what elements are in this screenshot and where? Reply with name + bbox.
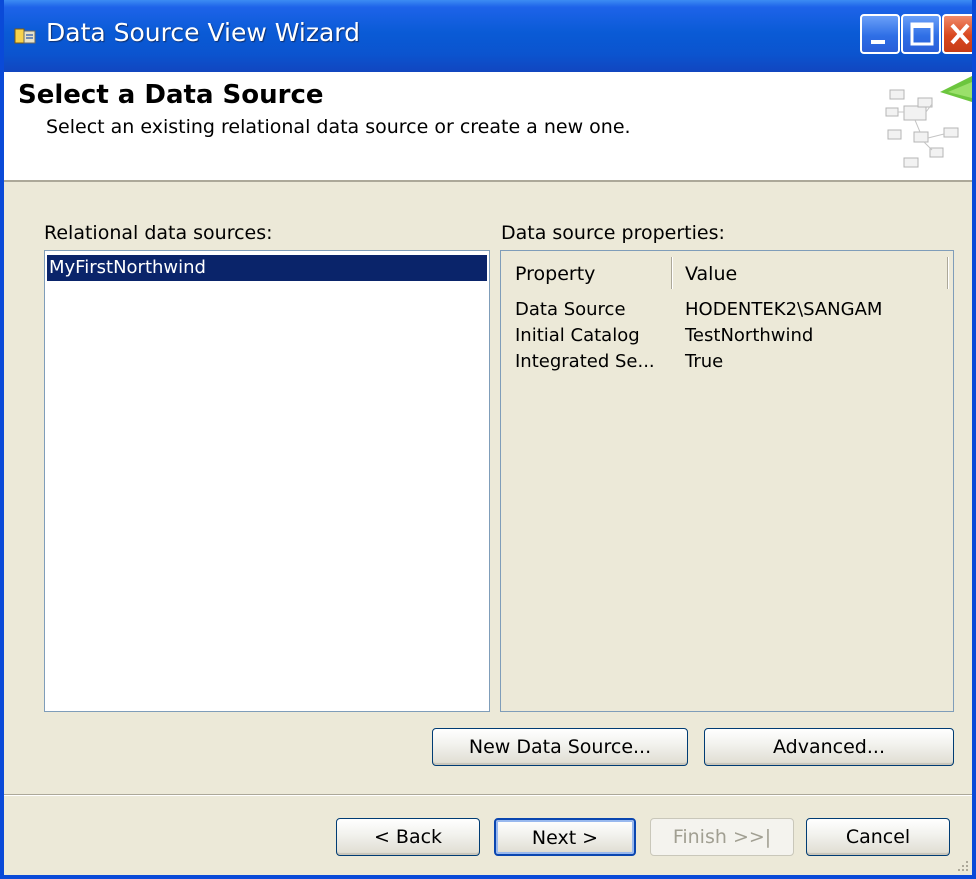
property-value: TestNorthwind [685,325,814,346]
advanced-button[interactable]: Advanced... [704,728,954,766]
next-button[interactable]: Next > [494,818,636,856]
window-title: Data Source View Wizard [46,18,360,47]
close-icon [950,23,970,45]
properties-grid[interactable]: Property Value Data Source HODENTEK2\SAN… [500,250,954,712]
column-header-value[interactable]: Value [685,263,737,285]
back-button[interactable]: < Back [336,818,480,856]
properties-label: Data source properties: [501,222,725,244]
property-row: Initial Catalog TestNorthwind [501,325,953,351]
footer-divider [4,794,972,796]
maximize-icon [910,22,934,46]
property-name: Integrated Se... [515,351,655,372]
app-icon [14,26,36,46]
maximize-button[interactable] [901,14,941,54]
minimize-button[interactable] [860,14,900,54]
property-value: HODENTEK2\SANGAM [685,299,883,320]
property-name: Initial Catalog [515,325,640,346]
title-bar[interactable]: Data Source View Wizard [4,0,972,72]
property-row: Integrated Se... True [501,351,953,377]
wizard-window: Data Source View Wizard Select a Data So… [0,0,976,879]
close-button[interactable] [942,14,972,54]
relational-sources-label: Relational data sources: [44,222,273,244]
property-value: True [685,351,724,372]
wizard-header: Select a Data Source Select an existing … [4,72,972,182]
column-header-property[interactable]: Property [515,263,595,285]
wizard-diagram-icon [885,76,972,168]
list-item-myfirstnorthwind[interactable]: MyFirstNorthwind [47,255,487,281]
column-separator[interactable] [671,257,673,289]
relational-sources-list[interactable]: MyFirstNorthwind [44,250,490,712]
page-subtitle: Select an existing relational data sourc… [46,116,631,138]
properties-header: Property Value [501,253,953,291]
page-title: Select a Data Source [18,80,324,110]
resize-grip-icon[interactable] [956,859,970,873]
finish-button[interactable]: Finish >>| [650,818,794,856]
column-separator[interactable] [947,257,949,289]
minimize-icon [871,40,885,44]
property-name: Data Source [515,299,626,320]
property-row: Data Source HODENTEK2\SANGAM [501,299,953,325]
new-data-source-button[interactable]: New Data Source... [432,728,688,766]
cancel-button[interactable]: Cancel [806,818,950,856]
